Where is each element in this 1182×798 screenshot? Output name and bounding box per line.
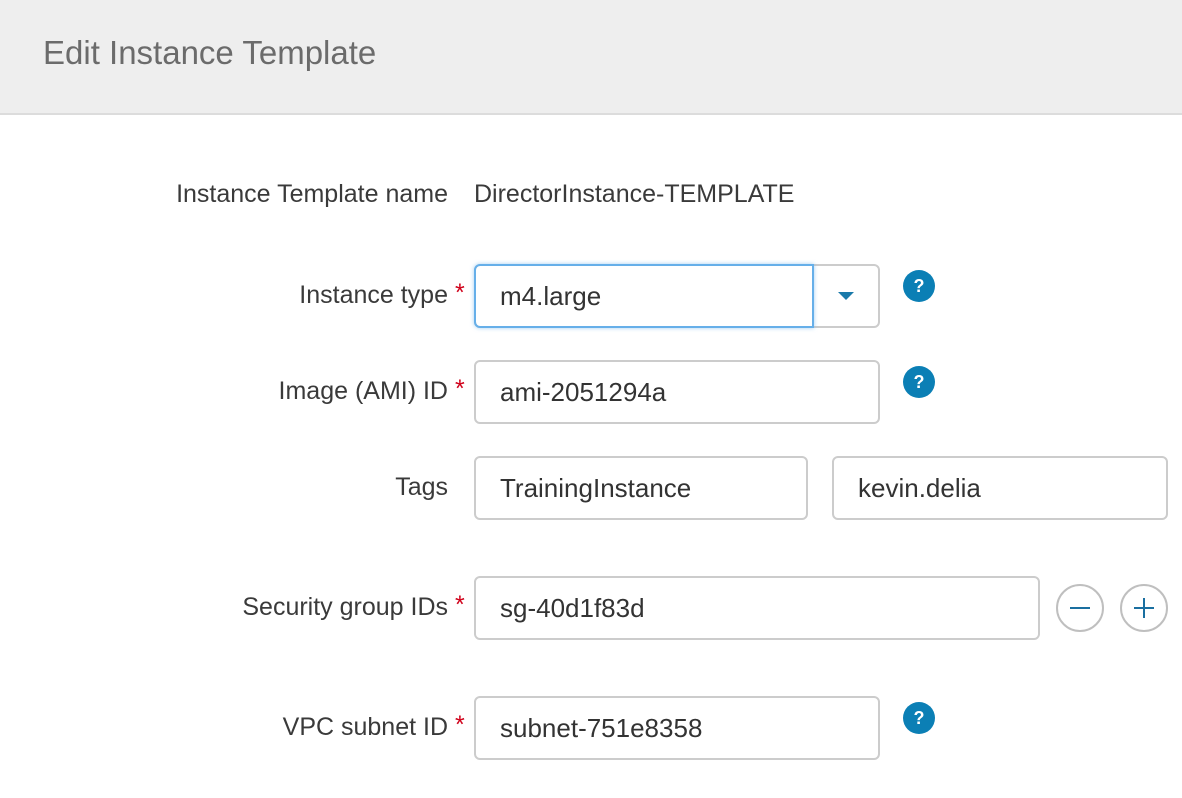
dialog-header: Edit Instance Template	[0, 0, 1182, 115]
tags-label: Tags	[395, 473, 448, 501]
security-group-label: Security group IDs	[242, 593, 448, 621]
tag-value-input[interactable]: kevin.delia	[832, 456, 1168, 520]
plus-icon-vertical	[1143, 598, 1145, 618]
security-group-input[interactable]: sg-40d1f83d	[474, 576, 1040, 640]
required-marker: *	[455, 591, 465, 619]
image-id-help-icon[interactable]: ?	[903, 366, 935, 398]
minus-icon	[1070, 607, 1090, 609]
subnet-input[interactable]: subnet-751e8358	[474, 696, 880, 760]
subnet-label: VPC subnet ID	[282, 713, 448, 741]
required-marker: *	[455, 375, 465, 403]
template-name-label: Instance Template name	[176, 180, 448, 208]
instance-type-select[interactable]: m4.large	[474, 264, 880, 328]
remove-security-group-button[interactable]	[1056, 584, 1104, 632]
instance-type-label: Instance type	[299, 281, 448, 309]
subnet-help-icon[interactable]: ?	[903, 702, 935, 734]
tag-key-input[interactable]: TrainingInstance	[474, 456, 808, 520]
image-id-input[interactable]: ami-2051294a	[474, 360, 880, 424]
instance-type-dropdown-toggle[interactable]	[814, 266, 878, 326]
instance-type-help-icon[interactable]: ?	[903, 270, 935, 302]
template-name-value: DirectorInstance-TEMPLATE	[474, 180, 795, 208]
add-security-group-button[interactable]	[1120, 584, 1168, 632]
image-id-label: Image (AMI) ID	[278, 377, 448, 405]
required-marker: *	[455, 711, 465, 739]
dialog-title: Edit Instance Template	[43, 34, 377, 71]
instance-type-value[interactable]: m4.large	[474, 264, 814, 328]
required-marker: *	[455, 279, 465, 307]
chevron-down-icon	[838, 292, 854, 300]
